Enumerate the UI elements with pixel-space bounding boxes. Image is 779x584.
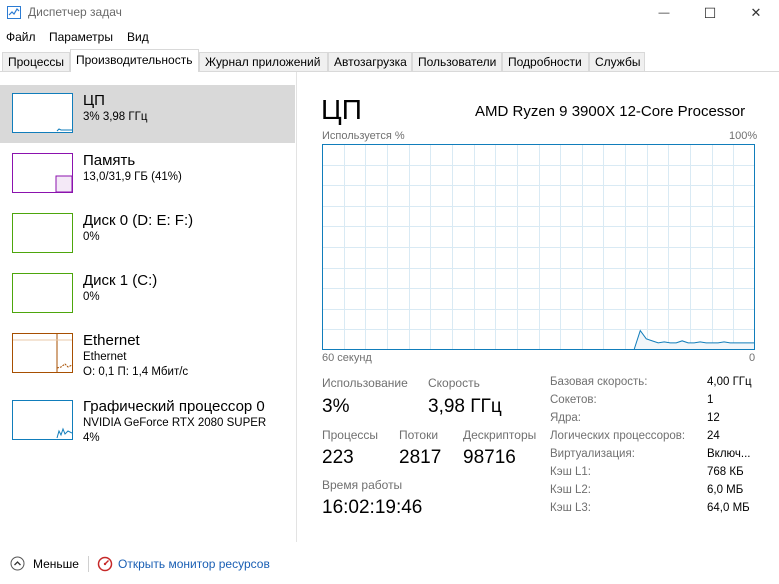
sidebar-memory-title: Память	[83, 152, 136, 169]
spec-l3-cache-label: Кэш L3:	[550, 502, 591, 514]
sidebar-gpu-title: Графический процессор 0	[83, 398, 265, 415]
sidebar-item-ethernet[interactable]: Ethernet Ethernet О: 0,1 П: 1,4 Мбит/с	[0, 326, 295, 388]
fewer-details-button[interactable]: Меньше	[33, 557, 79, 571]
tab-app-history[interactable]: Журнал приложений	[199, 52, 328, 71]
sidebar-cpu-title: ЦП	[83, 92, 105, 109]
handles-value: 98716	[463, 447, 516, 468]
sidebar-disk0-usage: 0%	[83, 231, 100, 243]
collapse-chevron-up-icon[interactable]	[10, 556, 25, 571]
gpu-thumbnail-graph	[12, 400, 73, 440]
spec-l1-cache-label: Кэш L1:	[550, 466, 591, 478]
graph-x-left-label: 60 секунд	[322, 352, 372, 364]
spec-virtualization-value: Включ...	[707, 448, 751, 460]
spec-logical-processors-label: Логических процессоров:	[550, 430, 686, 442]
close-icon: ✕	[750, 5, 762, 20]
processes-value: 223	[322, 447, 354, 468]
menu-file[interactable]: Файл	[6, 30, 36, 44]
spec-cores-label: Ядра:	[550, 412, 582, 424]
uptime-label: Время работы	[322, 478, 403, 492]
sidebar-cpu-usage: 3% 3,98 ГГц	[83, 111, 148, 123]
cpu-thumbnail-graph	[12, 93, 73, 133]
processes-label: Процессы	[322, 428, 379, 442]
minimize-button[interactable]: —	[641, 0, 687, 26]
task-manager-app-icon	[7, 6, 21, 19]
graph-y-label: Используется %	[322, 130, 405, 142]
sidebar-disk1-title: Диск 1 (C:)	[83, 272, 158, 289]
spec-base-speed-label: Базовая скорость:	[550, 376, 648, 388]
maximize-icon: ☐	[703, 4, 717, 21]
sidebar-item-disk1[interactable]: Диск 1 (C:) 0%	[0, 266, 295, 324]
resource-title: ЦП	[321, 94, 362, 125]
sidebar-ethernet-adapter: Ethernet	[83, 351, 127, 363]
tab-details[interactable]: Подробности	[502, 52, 589, 71]
usage-label: Использование	[322, 376, 408, 390]
spec-sockets-label: Сокетов:	[550, 394, 597, 406]
tab-users[interactable]: Пользователи	[412, 52, 502, 71]
disk1-thumbnail-graph	[12, 273, 73, 313]
tab-performance[interactable]: Производительность	[70, 49, 199, 72]
spec-sockets-value: 1	[707, 394, 714, 406]
sidebar-disk1-usage: 0%	[83, 291, 100, 303]
sidebar-item-gpu[interactable]: Графический процессор 0 NVIDIA GeForce R…	[0, 392, 295, 454]
sidebar-item-disk0[interactable]: Диск 0 (D: E: F:) 0%	[0, 206, 295, 264]
cpu-usage-graph	[322, 144, 755, 350]
window-title: Диспетчер задач	[28, 5, 122, 19]
sidebar-disk0-title: Диск 0 (D: E: F:)	[83, 212, 194, 229]
minimize-icon: —	[658, 7, 670, 19]
usage-value: 3%	[322, 396, 350, 417]
threads-label: Потоки	[399, 428, 439, 442]
sidebar-memory-usage: 13,0/31,9 ГБ (41%)	[83, 171, 182, 183]
resource-monitor-icon[interactable]	[97, 556, 113, 572]
sidebar-gpu-model: NVIDIA GeForce RTX 2080 SUPER	[83, 417, 267, 429]
graph-x-right-label: 0	[749, 352, 756, 364]
tab-processes[interactable]: Процессы	[2, 52, 70, 71]
tab-startup[interactable]: Автозагрузка	[328, 52, 412, 71]
speed-value: 3,98 ГГц	[428, 396, 502, 417]
spec-virtualization-label: Виртуализация:	[550, 448, 635, 460]
sidebar-item-memory[interactable]: Память 13,0/31,9 ГБ (41%)	[0, 146, 295, 204]
sidebar-ethernet-title: Ethernet	[83, 332, 140, 349]
disk0-thumbnail-graph	[12, 213, 73, 253]
sidebar-gpu-usage: 4%	[83, 432, 100, 444]
spec-logical-processors-value: 24	[707, 430, 720, 442]
handles-label: Дескрипторы	[463, 428, 537, 442]
maximize-button[interactable]: ☐	[687, 0, 733, 26]
menu-options[interactable]: Параметры	[49, 30, 113, 44]
cpu-model-name: AMD Ryzen 9 3900X 12-Core Processor	[475, 103, 746, 120]
threads-value: 2817	[399, 447, 442, 468]
spec-l2-cache-label: Кэш L2:	[550, 484, 591, 496]
close-button[interactable]: ✕	[733, 0, 779, 26]
footer-separator	[88, 556, 89, 572]
memory-thumbnail-graph	[12, 153, 73, 193]
spec-l3-cache-value: 64,0 МБ	[707, 502, 750, 514]
graph-y-max-label: 100%	[729, 130, 758, 142]
tab-services[interactable]: Службы	[589, 52, 645, 71]
uptime-value: 16:02:19:46	[322, 497, 423, 518]
menu-view[interactable]: Вид	[127, 30, 149, 44]
sidebar-item-cpu[interactable]: ЦП 3% 3,98 ГГц	[0, 85, 295, 143]
spec-cores-value: 12	[707, 412, 720, 424]
ethernet-thumbnail-graph	[12, 333, 73, 373]
open-resource-monitor-link[interactable]: Открыть монитор ресурсов	[118, 557, 270, 571]
sidebar-ethernet-throughput: О: 0,1 П: 1,4 Мбит/с	[83, 366, 189, 378]
spec-l2-cache-value: 6,0 МБ	[707, 484, 744, 496]
speed-label: Скорость	[428, 376, 480, 390]
spec-l1-cache-value: 768 КБ	[707, 466, 744, 478]
spec-base-speed-value: 4,00 ГГц	[707, 376, 752, 388]
